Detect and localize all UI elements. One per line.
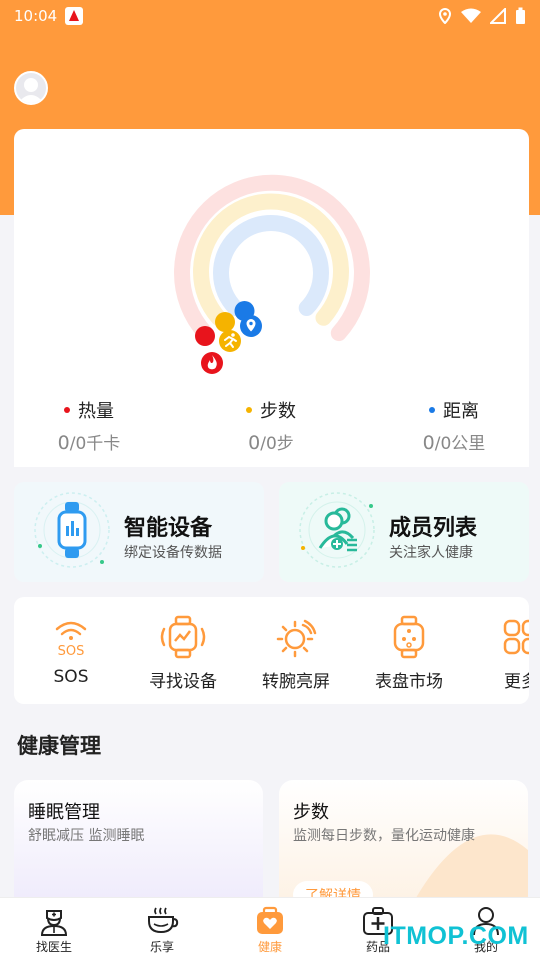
smart-device-title: 智能设备	[124, 516, 213, 541]
steps-target: /0步	[260, 434, 294, 454]
more-icon	[503, 619, 529, 655]
location-pin-icon	[240, 315, 262, 337]
member-list-subtitle: 关注家人健康	[389, 545, 473, 561]
nav-enjoy-label: 乐享	[149, 940, 174, 954]
flame-icon	[201, 352, 223, 374]
coffee-cup-icon	[148, 907, 179, 934]
sleep-management-card[interactable]: 睡眠管理 舒眠减压 监测睡眠	[14, 780, 263, 910]
find-device-label: 寻找设备	[149, 672, 217, 692]
steps-current: 0	[248, 432, 261, 454]
calorie-target: /0千卡	[69, 434, 121, 454]
status-bar: 10:04	[0, 0, 540, 32]
distance-label: 距离	[443, 401, 479, 422]
smart-device-card[interactable]: 智能设备 绑定设备传数据	[14, 482, 264, 582]
steps-label: 步数	[260, 401, 296, 422]
steps-metric: 步数 0/0步	[196, 397, 346, 454]
person-silhouette-icon	[18, 78, 44, 103]
smartwatch-icon	[34, 492, 110, 568]
status-time: 10:04	[14, 7, 58, 25]
steps-card-title: 步数	[293, 802, 329, 823]
members-icon	[299, 492, 375, 568]
watch-face-label: 表盘市场	[375, 672, 443, 692]
app-notification-icon	[65, 7, 84, 25]
nav-find-doctor-label: 找医生	[35, 940, 72, 954]
health-kit-icon	[257, 906, 283, 934]
steps-card-subtitle: 监测每日步数，量化运动健康	[293, 828, 475, 844]
activity-ring-card[interactable]: 热量 0/0千卡 步数 0/0步 距离 0/0公里	[14, 129, 529, 467]
steps-ring-dot	[215, 312, 235, 332]
signal-icon	[490, 8, 506, 24]
running-icon	[219, 330, 241, 352]
distance-current: 0	[422, 432, 435, 454]
sos-icon: SOS	[55, 621, 87, 659]
find-device-action[interactable]: 寻找设备	[138, 615, 228, 692]
distance-target: /0公里	[434, 434, 486, 454]
wrist-wake-action[interactable]: 转腕亮屏	[251, 615, 341, 692]
smart-device-subtitle: 绑定设备传数据	[124, 545, 222, 561]
steps-dot	[246, 407, 252, 413]
wifi-icon	[461, 8, 481, 23]
watch-face-icon	[393, 615, 425, 659]
nav-health[interactable]: 健康	[230, 904, 310, 955]
sos-label: SOS	[53, 667, 89, 687]
calorie-metric: 热量 0/0千卡	[14, 397, 164, 454]
more-action[interactable]: 更多	[476, 615, 529, 692]
site-watermark: ITMOP.COM	[383, 922, 529, 950]
calorie-label: 热量	[78, 401, 114, 422]
doctor-icon	[40, 910, 68, 936]
wrist-wake-label: 转腕亮屏	[262, 672, 330, 692]
member-list-card[interactable]: 成员列表 关注家人健康	[279, 482, 529, 582]
location-status-icon	[438, 8, 452, 24]
member-list-title: 成员列表	[389, 516, 478, 541]
quick-actions-bar: SOS SOS 寻找设备 转腕亮屏 表盘市场 更	[14, 597, 529, 704]
calorie-ring-dot	[195, 326, 215, 346]
distance-metric: 距离 0/0公里	[379, 397, 529, 454]
svg-text:SOS: SOS	[58, 644, 85, 659]
activity-rings-chart	[174, 174, 370, 374]
nav-enjoy[interactable]: 乐享	[122, 904, 202, 955]
nav-find-doctor[interactable]: 找医生	[14, 904, 94, 955]
wrist-wake-icon	[276, 619, 317, 658]
calorie-dot	[64, 407, 70, 413]
more-label: 更多	[504, 672, 529, 692]
calorie-current: 0	[57, 432, 70, 454]
health-management-title: 健康管理	[17, 734, 101, 758]
sleep-card-title: 睡眠管理	[28, 802, 100, 823]
find-device-icon	[160, 615, 206, 659]
battery-icon	[516, 7, 525, 24]
user-avatar[interactable]	[14, 71, 48, 105]
distance-dot	[429, 407, 435, 413]
sleep-card-subtitle: 舒眠减压 监测睡眠	[28, 828, 145, 844]
sos-action[interactable]: SOS SOS	[26, 615, 116, 687]
steps-management-card[interactable]: 步数 监测每日步数，量化运动健康 了解详情	[279, 780, 528, 910]
nav-health-label: 健康	[257, 940, 282, 954]
watch-face-action[interactable]: 表盘市场	[364, 615, 454, 692]
